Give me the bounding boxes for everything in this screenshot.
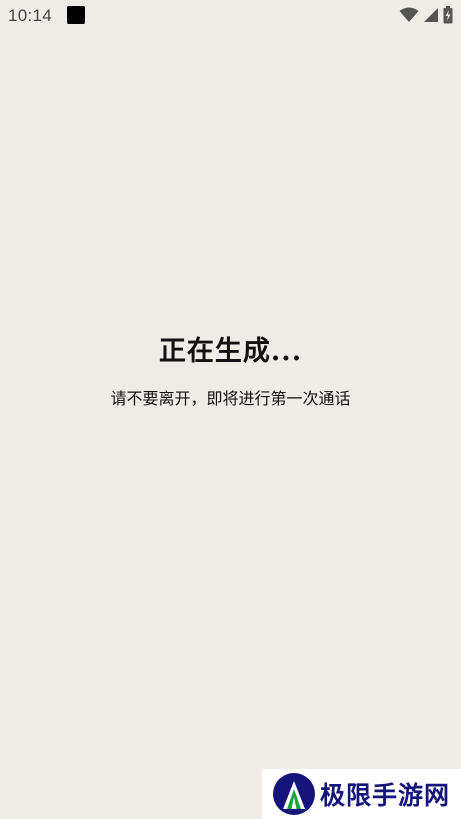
- generating-panel: 正在生成... 请不要离开，即将进行第一次通话: [0, 334, 461, 410]
- site-watermark: 极限手游网: [262, 769, 461, 819]
- wifi-icon: [399, 7, 419, 22]
- generating-title: 正在生成...: [158, 336, 303, 367]
- site-watermark-text: 极限手游网: [320, 781, 451, 810]
- status-bar: 10:14: [0, 0, 461, 32]
- cellular-signal-icon: [424, 8, 438, 22]
- status-time: 10:14: [8, 6, 53, 25]
- battery-charging-icon: [443, 6, 453, 24]
- screen: 10:14 正在生成... 请不要离开，即将进行第一次通话 极限手游网: [0, 0, 461, 819]
- generating-subtitle: 请不要离开，即将进行第一次通话: [110, 389, 351, 408]
- status-icons: [399, 6, 453, 24]
- notification-square-icon: [67, 6, 85, 24]
- site-logo-icon: [273, 773, 315, 815]
